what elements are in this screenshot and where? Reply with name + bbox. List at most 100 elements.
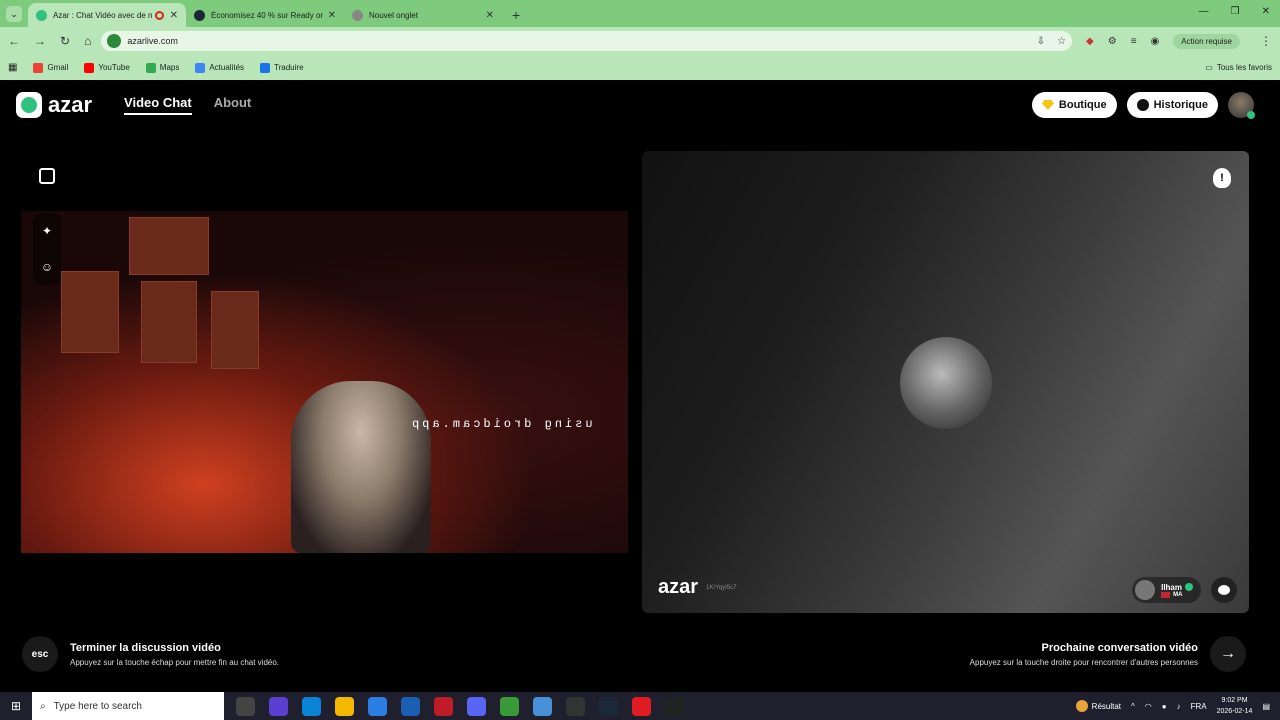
nav-video-chat[interactable]: Video Chat <box>124 95 192 115</box>
forward-icon[interactable]: → <box>34 34 46 48</box>
close-tab-icon[interactable]: ✕ <box>328 10 336 21</box>
peer-info-chip[interactable]: Ilham MA <box>1132 577 1201 603</box>
back-icon[interactable]: ← <box>8 34 20 48</box>
peer-brand: azar 1KrYqyI5c7 <box>658 576 737 599</box>
playlist-icon[interactable]: ≡ <box>1131 36 1137 47</box>
report-shield-icon[interactable]: ! <box>1213 168 1231 188</box>
chat-bubble-icon <box>1218 585 1230 595</box>
close-tab-icon[interactable]: ✕ <box>486 10 494 21</box>
peer-small-avatar <box>1135 580 1156 600</box>
chrome-icon[interactable] <box>533 696 552 716</box>
esc-button[interactable]: esc <box>22 636 58 672</box>
clock-icon <box>1136 99 1149 111</box>
expand-icon[interactable] <box>39 168 55 184</box>
bookmark-label: Actualités <box>209 63 245 72</box>
language-indicator[interactable]: FRA <box>1191 702 1207 711</box>
wall-poster <box>211 291 259 369</box>
taskbar-search[interactable]: ⌕ Type here to search <box>32 692 224 720</box>
tab-new[interactable]: Nouvel onglet ✕ <box>344 3 502 27</box>
remote-video-panel: ! azar 1KrYqyI5c7 Ilham MA <box>642 151 1249 613</box>
chat-button[interactable] <box>1211 577 1237 603</box>
maximize-button[interactable]: ❐ <box>1231 6 1240 17</box>
app-icon[interactable] <box>665 696 684 716</box>
site-info-icon[interactable] <box>107 34 122 48</box>
header-actions: Boutique Historique <box>1031 92 1255 119</box>
menu-icon[interactable]: ⋮ <box>1260 34 1272 48</box>
search-placeholder: Type here to search <box>53 700 142 712</box>
apps-icon[interactable]: ▦ <box>8 62 17 73</box>
edge-icon[interactable] <box>302 696 321 716</box>
metamask-icon[interactable]: ◆ <box>1086 36 1094 47</box>
profile-icon[interactable]: ◉ <box>1151 36 1160 47</box>
opera-icon[interactable] <box>434 696 453 716</box>
windows-start-icon[interactable]: ⊞ <box>0 699 32 713</box>
peer-name: Ilham <box>1161 582 1182 592</box>
mic-icon[interactable]: ● <box>1162 702 1167 711</box>
clock-date: 2026-02-14 <box>1216 708 1253 715</box>
youtube-icon <box>84 62 95 73</box>
steam-icon[interactable] <box>599 696 618 716</box>
nav-about[interactable]: About <box>214 95 252 115</box>
magic-wand-icon[interactable]: ✦ <box>42 224 52 238</box>
all-favorites[interactable]: ▭ Tous les favoris <box>1205 63 1272 72</box>
azar-watermark-text: azar <box>658 576 699 598</box>
azar-header: azar Video Chat About Boutique Historiqu… <box>0 80 1280 130</box>
history-button[interactable]: Historique <box>1126 92 1218 118</box>
azar-logo-text: azar <box>48 92 93 117</box>
next-chat-hint: Prochaine conversation vidéo Appuyez sur… <box>970 636 1246 672</box>
azar-logo[interactable]: azar <box>16 92 92 118</box>
tab-title: Économisez 40 % sur Ready or <box>211 10 324 20</box>
next-arrow-button[interactable]: → <box>1210 636 1246 672</box>
bookmark-gmail[interactable]: Gmail <box>33 62 68 73</box>
discord-icon[interactable] <box>467 696 486 716</box>
task-view-icon[interactable] <box>236 696 255 716</box>
obs-icon[interactable] <box>632 696 651 716</box>
end-chat-hint: esc Terminer la discussion vidéo Appuyez… <box>22 636 279 672</box>
wall-poster <box>141 281 197 363</box>
url-bar[interactable]: azarlive.com ⇩ ☆ <box>101 31 1073 51</box>
tab-title: Azar : Chat Vidéo avec de n <box>53 10 153 20</box>
new-tab-button[interactable]: + <box>512 7 520 23</box>
azar-tab-icon <box>36 9 47 21</box>
volume-icon[interactable]: ♪ <box>1177 702 1181 711</box>
home-icon[interactable]: ⌂ <box>84 34 91 48</box>
recording-icon <box>154 10 164 20</box>
peer-avatar <box>900 337 992 429</box>
bookmark-youtube[interactable]: YouTube <box>84 62 130 73</box>
boutique-button[interactable]: Boutique <box>1031 92 1117 118</box>
action-required-button[interactable]: Action requise <box>1173 33 1240 49</box>
star-icon[interactable]: ☆ <box>1057 36 1066 47</box>
file-explorer-icon[interactable] <box>335 696 354 716</box>
translate-icon <box>260 62 271 73</box>
peer-id: 1KrYqyI5c7 <box>706 584 737 591</box>
puzzle-icon[interactable]: ⚙ <box>1108 36 1117 47</box>
tab-search-button[interactable]: ⌄ <box>6 6 22 22</box>
close-window-button[interactable]: ✕ <box>1262 6 1270 17</box>
main-nav: Video Chat About <box>124 95 251 115</box>
install-icon[interactable]: ⇩ <box>1037 36 1045 47</box>
utorrent-icon[interactable] <box>500 696 519 716</box>
copilot-icon[interactable] <box>269 696 288 716</box>
notification-icon[interactable]: ▤ <box>1262 702 1270 711</box>
bookmark-maps[interactable]: Maps <box>145 62 179 73</box>
tray-overflow-icon[interactable]: ^ <box>1131 702 1135 711</box>
store-icon[interactable] <box>368 696 387 716</box>
clock[interactable]: 9:02 PM 2026-02-14 <box>1217 695 1253 717</box>
epic-games-icon[interactable] <box>566 696 585 716</box>
bookmark-translate[interactable]: Traduire <box>260 62 304 73</box>
tab-azar[interactable]: Azar : Chat Vidéo avec de n ✕ <box>28 3 186 27</box>
minimize-button[interactable]: — <box>1199 6 1209 17</box>
weather-result[interactable]: Résultat <box>1075 700 1121 712</box>
peer-country: MA <box>1173 591 1183 598</box>
mail-icon[interactable] <box>401 696 420 716</box>
reload-icon[interactable]: ↻ <box>60 34 70 48</box>
bookmark-news[interactable]: Actualités <box>195 62 245 73</box>
user-avatar[interactable] <box>1228 92 1255 119</box>
wifi-icon[interactable]: ◠ <box>1145 702 1152 711</box>
close-tab-icon[interactable]: ✕ <box>170 10 178 21</box>
tab-steam[interactable]: Économisez 40 % sur Ready or ✕ <box>186 3 344 27</box>
address-bar-row: ← → ↻ ⌂ azarlive.com ⇩ ☆ ◆ ⚙ ≡ ◉ Action … <box>0 27 1280 55</box>
news-icon <box>195 62 206 73</box>
face-filter-icon[interactable]: ☺ <box>41 260 53 274</box>
bookmarks-bar: ▦ Gmail YouTube Maps Actualités Traduire… <box>0 55 1280 80</box>
